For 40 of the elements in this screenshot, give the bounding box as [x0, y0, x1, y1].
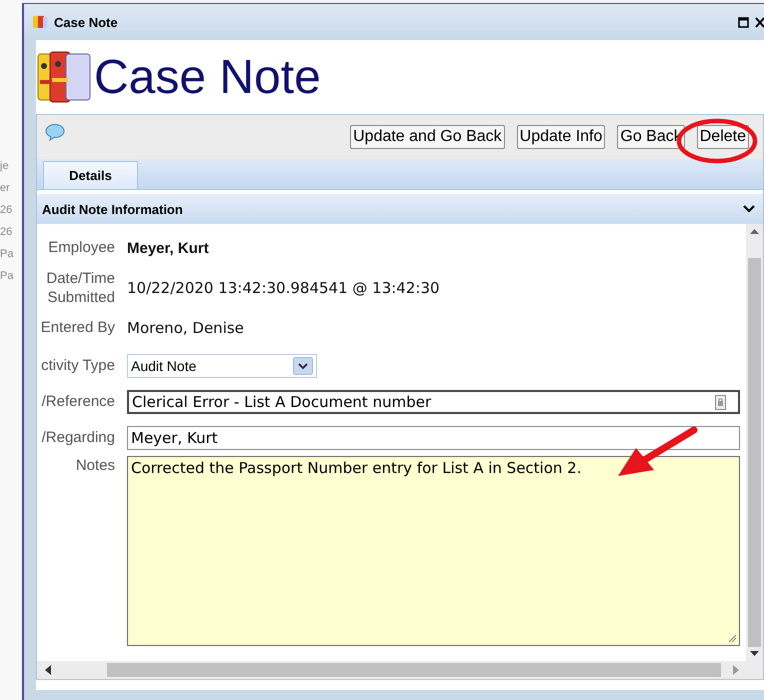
background-text: 26 — [0, 204, 14, 218]
input-field[interactable]: Meyer, Kurt — [127, 426, 740, 450]
scroll-up-icon[interactable] — [750, 228, 759, 234]
close-icon[interactable] — [755, 16, 764, 28]
toolbar-button[interactable]: Delete — [696, 125, 749, 149]
tab[interactable]: Details — [43, 161, 138, 189]
scroll-down-icon[interactable] — [750, 651, 759, 657]
maximize-icon[interactable] — [738, 16, 749, 28]
notes-textarea[interactable]: Corrected the Passport Number entry for List A in Section 2. — [127, 456, 740, 646]
field-label: /Reference — [40, 392, 116, 412]
background-text: je — [0, 160, 10, 174]
toolbar-button[interactable]: Update Info — [516, 125, 606, 149]
field-value: 10/22/2020 13:42:30.984541 @ 13:42:30 — [127, 279, 440, 297]
background-text: Pa — [0, 270, 14, 284]
page-title: Case Note — [94, 50, 321, 104]
field-label: Entered By — [40, 318, 116, 338]
dropdown[interactable]: Audit Note — [127, 354, 317, 378]
window-title: Case Note — [54, 14, 118, 30]
binder-icon — [36, 50, 92, 104]
field-label: Notes — [74, 456, 116, 476]
vertical-scrollbar[interactable] — [746, 224, 763, 661]
input-field[interactable]: Clerical Error - List A Document number — [127, 390, 740, 414]
horizontal-scrollbar[interactable] — [37, 661, 763, 679]
field-label: Employee — [47, 238, 116, 258]
field-label: /Regarding — [40, 428, 116, 448]
toolbar-button[interactable]: Update and Go Back — [350, 125, 505, 149]
resize-grip-icon — [728, 634, 737, 643]
field-value: Meyer, Kurt — [127, 240, 209, 256]
scroll-left-icon[interactable] — [45, 665, 51, 675]
field-label: ctivity Type — [40, 356, 116, 376]
lock-icon — [715, 394, 726, 410]
field-value: Moreno, Denise — [127, 319, 244, 337]
binder-icon — [32, 14, 48, 30]
chevron-icon — [743, 205, 755, 213]
background-text: 26 — [0, 226, 14, 240]
background-text: Pa — [0, 248, 14, 262]
speech-bubble-icon[interactable] — [45, 123, 65, 141]
section-header[interactable]: Audit Note Information — [37, 194, 763, 224]
field-label: Date/Time Submitted — [45, 268, 116, 308]
background-text: er — [0, 182, 11, 196]
